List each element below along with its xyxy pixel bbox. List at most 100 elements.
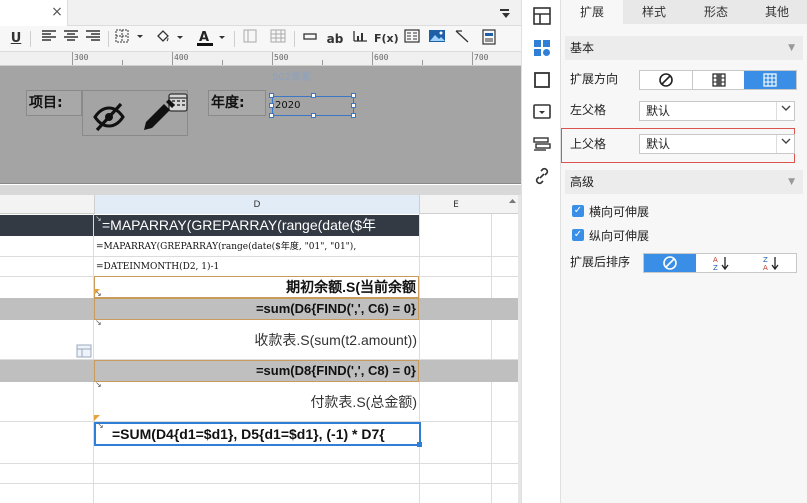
svg-text:A: A: [199, 30, 209, 45]
ruler-mark: 300: [74, 53, 89, 62]
left-parent-label: 左父格: [570, 103, 607, 117]
font-color-icon[interactable]: A: [194, 29, 230, 49]
insert-image-icon[interactable]: [426, 29, 448, 49]
fill-color-icon[interactable]: [154, 29, 186, 49]
tab-shape[interactable]: 形态: [685, 0, 747, 24]
sort-ascending-icon[interactable]: AZ: [696, 254, 746, 272]
resize-handle[interactable]: [351, 93, 356, 98]
dark-header-cell[interactable]: [0, 215, 93, 236]
no-sort-icon[interactable]: [644, 254, 696, 272]
resize-handle[interactable]: [269, 93, 274, 98]
size-hint: 502像素: [272, 72, 312, 83]
vertical-expand-checkbox[interactable]: ✓: [572, 229, 584, 241]
grid-line: [0, 256, 521, 257]
cell-d7[interactable]: 收款表.S(sum(t2.amount)): [94, 321, 419, 359]
svg-text:Z: Z: [713, 264, 718, 271]
horizontal-expand-label: 横向可伸展: [589, 205, 650, 219]
left-parent-value: 默认: [646, 104, 671, 118]
ruler-tick: [322, 60, 323, 65]
cell-d10-selected[interactable]: =SUM(D4{d1=$d1}, D5{d1=$d1}, (-1) * D7{: [94, 422, 421, 446]
cell-d2[interactable]: =MAPARRAY(GREPARRAY(range(date($年: [94, 215, 419, 236]
insert-chart-icon[interactable]: [350, 29, 370, 49]
insert-formula-button[interactable]: F(x): [374, 29, 399, 49]
horizontal-expand-checkbox[interactable]: ✓: [572, 205, 584, 217]
toolbar-divider: [108, 31, 109, 47]
expand-direction-segment: [639, 70, 797, 90]
border-dropdown-icon[interactable]: [114, 29, 146, 49]
column-header-d[interactable]: D: [94, 195, 420, 214]
sort-descending-icon[interactable]: ZA: [746, 254, 796, 272]
tab-style[interactable]: 样式: [623, 0, 685, 24]
tab-expand[interactable]: 扩展: [561, 0, 623, 24]
cell-d4[interactable]: =DATEINMONTH(D2, 1)-1: [96, 258, 418, 276]
cell-d5[interactable]: 期初余额.S(当前余额: [94, 276, 419, 298]
top-parent-select[interactable]: 默认: [639, 134, 795, 154]
resize-handle[interactable]: [351, 113, 356, 118]
insert-row-icon[interactable]: [300, 29, 320, 49]
grid-line: [0, 483, 521, 484]
property-tabs: 扩展 样式 形态 其他: [561, 0, 807, 24]
hyperlink-icon[interactable]: [532, 166, 552, 186]
align-center-icon[interactable]: [62, 29, 80, 49]
ruler-tick: [222, 60, 223, 65]
basic-section-header[interactable]: 基本 ▼: [565, 36, 803, 60]
align-left-icon[interactable]: [40, 29, 58, 49]
format-toolbar: U A ab F(x): [0, 26, 521, 52]
collapse-chevron-icon: ▼: [788, 177, 795, 187]
underline-button[interactable]: U: [8, 29, 24, 49]
tab-other[interactable]: 其他: [747, 0, 807, 24]
document-tab-bar: ×: [0, 0, 521, 26]
advanced-section-header[interactable]: 高级 ▼: [565, 170, 803, 194]
horizontal-expand-icon[interactable]: [744, 71, 796, 89]
ruler-tick: [72, 52, 73, 65]
resize-handle[interactable]: [311, 113, 316, 118]
top-parent-label: 上父格: [570, 137, 607, 151]
expand-down-marker: ↘: [97, 421, 104, 430]
condition-attributes-icon[interactable]: [532, 134, 552, 154]
cell-d9[interactable]: 付款表.S(总金额): [94, 383, 419, 421]
vertical-expand-icon[interactable]: [692, 71, 744, 89]
cell-d8[interactable]: =sum(D8{FIND(',', C8) = 0}: [94, 360, 419, 382]
svg-text:A: A: [713, 256, 718, 264]
left-parent-select[interactable]: 默认: [639, 101, 795, 121]
close-tab-icon[interactable]: ×: [50, 4, 64, 20]
ruler-tick: [172, 52, 173, 65]
fill-handle[interactable]: [417, 442, 422, 447]
resize-handle[interactable]: [269, 103, 274, 108]
resize-handle[interactable]: [351, 103, 356, 108]
resize-handle[interactable]: [311, 93, 316, 98]
widget-grid-icon[interactable]: [76, 344, 92, 358]
no-expand-icon[interactable]: [640, 71, 692, 89]
resize-handle[interactable]: [269, 113, 274, 118]
toolbar-divider: [294, 31, 295, 47]
column-header-e[interactable]: E: [420, 195, 492, 214]
cell-d3[interactable]: =MAPARRAY(GREPARRAY(range(date($年度, "01"…: [96, 238, 418, 256]
project-label[interactable]: 项目:: [26, 90, 82, 116]
insert-text-button[interactable]: ab: [324, 29, 346, 49]
expand-settings-icon[interactable]: [532, 38, 552, 58]
advanced-section-title: 高级: [570, 175, 595, 189]
expand-property-panel: 扩展 样式 形态 其他 基本 ▼ 扩展方向 左父格 默认 上父格 默认 高级 ▼…: [561, 0, 807, 503]
insert-slash-icon[interactable]: [452, 29, 472, 49]
edit-pencil-icon[interactable]: [140, 98, 175, 134]
insert-subreport-icon[interactable]: [402, 29, 422, 49]
cell-attributes-icon[interactable]: [532, 6, 552, 26]
merge-cells-icon[interactable]: [240, 29, 260, 49]
vertical-expand-label: 纵向可伸展: [589, 229, 650, 243]
year-label[interactable]: 年度:: [208, 90, 266, 116]
ruler-mark: 600: [374, 53, 389, 62]
ruler-mark: 700: [474, 53, 489, 62]
ruler-tick: [472, 52, 473, 65]
align-right-icon[interactable]: [84, 29, 102, 49]
tab-menu-icon[interactable]: [498, 6, 512, 20]
document-tab[interactable]: ×: [0, 0, 68, 26]
property-icon-rail: [521, 0, 561, 503]
report-designer: × U A ab F(x) 300 400 500 600 700 项目: 年度…: [0, 0, 521, 503]
split-cells-icon[interactable]: [266, 29, 290, 49]
insert-widget-icon[interactable]: [478, 29, 500, 49]
widget-settings-icon[interactable]: [532, 102, 552, 122]
float-element-icon[interactable]: [532, 70, 552, 90]
cell-d6[interactable]: =sum(D6{FIND(',', C6) = 0}: [94, 298, 419, 320]
horizontal-ruler: 300 400 500 600 700: [0, 52, 521, 66]
ruler-tick: [422, 60, 423, 65]
